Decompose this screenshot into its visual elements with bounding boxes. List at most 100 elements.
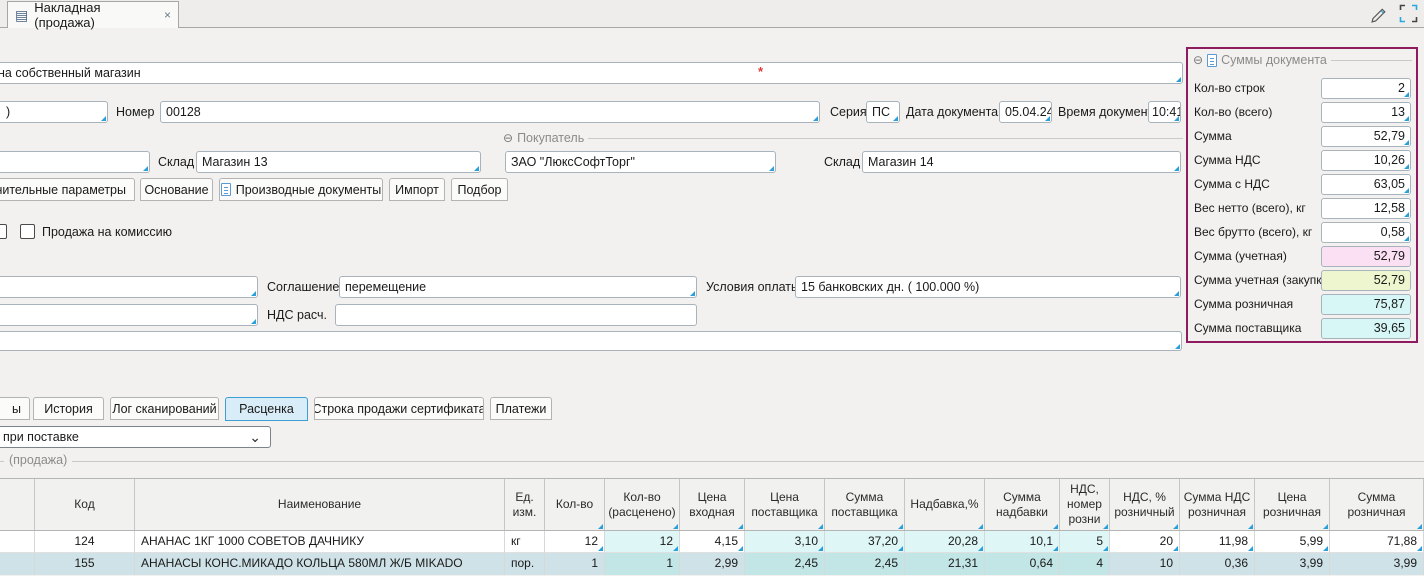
agreement-input[interactable]: перемещение [339, 276, 697, 298]
left-cut-combobox[interactable]: ) [0, 101, 108, 123]
sum-value-gross-weight[interactable]: 0,58 [1321, 222, 1411, 243]
tab-derived-documents[interactable]: Производные документы [219, 178, 383, 201]
tab-import[interactable]: Импорт [389, 178, 445, 201]
sum-value-retail[interactable]: 75,87 [1321, 294, 1411, 315]
col-header-price-in[interactable]: Цена входная [680, 479, 745, 530]
sum-value-accounting-purchase[interactable]: 52,79 [1321, 270, 1411, 291]
cell-vat-retail-pct[interactable]: 20 [1110, 531, 1180, 552]
tab-pricing[interactable]: Расценка [225, 397, 308, 421]
payment-terms-input[interactable]: 15 банковских дн. ( 100.000 %) [795, 276, 1181, 298]
journal-icon: ▤ [15, 8, 28, 22]
left-cut-checkbox[interactable] [0, 224, 7, 239]
cell-markup-sum[interactable]: 0,64 [985, 553, 1060, 575]
cell-retail-price[interactable]: 3,99 [1255, 553, 1330, 575]
tab-label: Расценка [239, 402, 294, 416]
cell-price-in[interactable]: 4,15 [680, 531, 745, 552]
cell-retail-price[interactable]: 5,99 [1255, 531, 1330, 552]
doc-time-input[interactable]: 10:41 [1148, 101, 1181, 123]
cell-qty[interactable]: 1 [545, 553, 605, 575]
commission-checkbox[interactable] [20, 224, 35, 239]
fullscreen-expand-icon[interactable] [1399, 4, 1418, 28]
series-input[interactable]: ПС [866, 101, 900, 123]
sum-label-supplier: Сумма поставщика [1194, 318, 1301, 339]
left-cut-field3[interactable] [0, 304, 258, 326]
tab-history[interactable]: История [33, 397, 104, 420]
tab-scan-log[interactable]: Лог сканирований [110, 397, 219, 420]
cell-markup-sum[interactable]: 10,1 [985, 531, 1060, 552]
cell-vat-number[interactable]: 4 [1060, 553, 1110, 575]
col-header-name[interactable]: Наименование [135, 479, 505, 530]
left-cut-field2[interactable] [0, 276, 258, 298]
col-header-supplier-price[interactable]: Цена поставщика [745, 479, 825, 530]
sum-value-sum[interactable]: 52,79 [1321, 126, 1411, 147]
cell-vat-retail-sum[interactable]: 0,36 [1180, 553, 1255, 575]
col-header-vat-retail-pct[interactable]: НДС, % розничный [1110, 479, 1180, 530]
table-row-selected[interactable]: 155 АНАНАСЫ КОНС.МИКАДО КОЛЬЦА 580МЛ Ж/Б… [0, 553, 1424, 575]
tab-certificate-sale-line[interactable]: Строка продажи сертификата [314, 397, 484, 420]
cell-qty-priced[interactable]: 1 [605, 553, 680, 575]
edit-pencil-icon[interactable] [1369, 3, 1389, 29]
col-header-markup[interactable]: Надбавка,% [905, 479, 985, 530]
number-input[interactable]: 00128 [160, 101, 820, 123]
cell-retail-sum[interactable]: 71,88 [1330, 531, 1424, 552]
sum-value-with-vat[interactable]: 63,05 [1321, 174, 1411, 195]
cell-name[interactable]: АНАНАСЫ КОНС.МИКАДО КОЛЬЦА 580МЛ Ж/Б MIK… [135, 553, 505, 575]
tab-selection[interactable]: Подбор [451, 178, 508, 201]
cell-supplier-sum[interactable]: 37,20 [825, 531, 905, 552]
sum-value-rows[interactable]: 2 [1321, 78, 1411, 99]
sum-value-accounting[interactable]: 52,79 [1321, 246, 1411, 267]
sum-value-qty-total[interactable]: 13 [1321, 102, 1411, 123]
col-header-vat-retail-sum[interactable]: Сумма НДС розничная [1180, 479, 1255, 530]
tab-additional-params[interactable]: олнительные параметры [0, 178, 135, 201]
warehouse2-input[interactable]: Магазин 14 [862, 151, 1181, 173]
cell-retail-sum[interactable]: 3,99 [1330, 553, 1424, 575]
col-header-code[interactable]: Код [35, 479, 135, 530]
col-header-retail-price[interactable]: Цена розничная [1255, 479, 1330, 530]
sum-value-vat[interactable]: 10,26 [1321, 150, 1411, 171]
vat-calc-input[interactable] [335, 304, 697, 326]
left-cut-field[interactable] [0, 151, 150, 173]
col-header-retail-sum[interactable]: Сумма розничная [1330, 479, 1424, 530]
col-header-qty[interactable]: Кол-во [545, 479, 605, 530]
col-header-markup-sum[interactable]: Сумма надбавки [985, 479, 1060, 530]
cell-unit[interactable]: пор. [505, 553, 545, 575]
table-row[interactable]: 124 АНАНАС 1КГ 1000 СОВЕТОВ ДАЧНИКУ кг 1… [0, 531, 1424, 553]
sum-value-supplier[interactable]: 39,65 [1321, 318, 1411, 339]
tab-basis[interactable]: Основание [140, 178, 213, 201]
cell-supplier-price[interactable]: 3,10 [745, 531, 825, 552]
cell-unit[interactable]: кг [505, 531, 545, 552]
cell-vat-retail-pct[interactable]: 10 [1110, 553, 1180, 575]
buyer-input[interactable]: ЗАО "ЛюксСофтТорг" [505, 151, 776, 173]
doc-date-input[interactable]: 05.04.24 [999, 101, 1052, 123]
col-header-qty-priced[interactable]: Кол-во (расценено) [605, 479, 680, 530]
comment-field[interactable] [0, 331, 1182, 351]
col-header-indicator[interactable] [0, 479, 35, 530]
cell-vat-retail-sum[interactable]: 11,98 [1180, 531, 1255, 552]
cell-vat-number[interactable]: 5 [1060, 531, 1110, 552]
tab-payments[interactable]: Платежи [490, 397, 552, 420]
tab-label: олнительные параметры [0, 183, 126, 197]
col-header-supplier-sum[interactable]: Сумма поставщика [825, 479, 905, 530]
tab-cut-left[interactable]: ы [0, 397, 30, 420]
collapse-panel-icon[interactable]: ⊖ [1193, 53, 1203, 67]
operation-type-field[interactable]: на собственный магазин [0, 62, 1183, 84]
col-header-vat-number[interactable]: НДС, номер розни [1060, 479, 1110, 530]
cell-markup[interactable]: 20,28 [905, 531, 985, 552]
tab-invoice-sale[interactable]: ▤ Накладная (продажа) × [7, 1, 179, 28]
cell-supplier-price[interactable]: 2,45 [745, 553, 825, 575]
cell-code[interactable]: 124 [35, 531, 135, 552]
warehouse1-input[interactable]: Магазин 13 [196, 151, 481, 173]
cell-price-in[interactable]: 2,99 [680, 553, 745, 575]
cell-markup[interactable]: 21,31 [905, 553, 985, 575]
sum-value-net-weight[interactable]: 12,58 [1321, 198, 1411, 219]
tab-label: Строка продажи сертификата [314, 402, 484, 416]
cell-name[interactable]: АНАНАС 1КГ 1000 СОВЕТОВ ДАЧНИКУ [135, 531, 505, 552]
cell-supplier-sum[interactable]: 2,45 [825, 553, 905, 575]
cell-qty[interactable]: 12 [545, 531, 605, 552]
collapse-group-icon[interactable]: ⊖ [503, 131, 513, 145]
cell-qty-priced[interactable]: 12 [605, 531, 680, 552]
close-tab-icon[interactable]: × [164, 8, 171, 22]
cell-code[interactable]: 155 [35, 553, 135, 575]
pricing-mode-dropdown[interactable]: при поставке ⌄ [0, 426, 271, 448]
col-header-unit[interactable]: Ед. изм. [505, 479, 545, 530]
